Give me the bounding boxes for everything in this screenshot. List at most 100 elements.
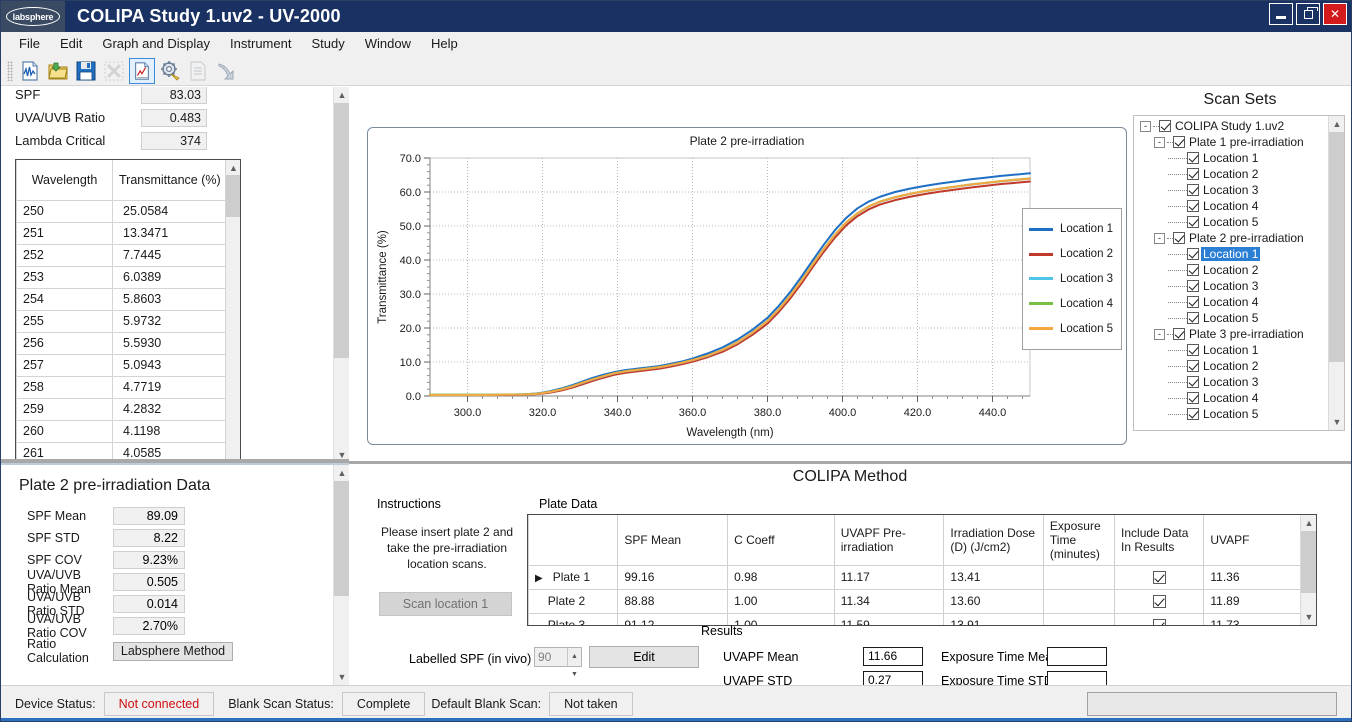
menu-item-file[interactable]: File [9,33,50,54]
tree-checkbox[interactable] [1187,264,1199,276]
tree-item-label[interactable]: Location 3 [1201,279,1260,293]
col-header-wavelength[interactable]: Wavelength [17,160,113,200]
tree-item[interactable]: Location 5 [1134,214,1328,230]
include-data-checkbox[interactable] [1153,571,1166,584]
tree-expander-icon[interactable]: - [1154,233,1165,244]
cell-include-data[interactable] [1115,565,1204,589]
table-row[interactable]: 2555.9732 [17,310,240,332]
scroll-up-icon[interactable]: ▲ [1301,515,1317,531]
new-scan-icon[interactable] [17,58,43,84]
uvapf-mean-value[interactable]: 11.66 [863,647,923,666]
tree-item[interactable]: Location 4 [1134,294,1328,310]
labelled-spf-spinner[interactable]: 90 ▲ ▼ [534,647,582,667]
tree-item[interactable]: -Plate 2 pre-irradiation [1134,230,1328,246]
tree-item-label[interactable]: Location 5 [1201,407,1260,421]
left-lower-scrollbar[interactable]: ▲ ▼ [333,465,349,685]
table-row[interactable]: 2575.0943 [17,354,240,376]
tree-checkbox[interactable] [1159,120,1171,132]
scroll-down-icon[interactable]: ▼ [1301,609,1317,625]
tree-item[interactable]: -COLIPA Study 1.uv2 [1134,118,1328,134]
tree-item[interactable]: Location 2 [1134,262,1328,278]
tree-item[interactable]: Location 2 [1134,358,1328,374]
menu-item-instrument[interactable]: Instrument [220,33,301,54]
table-row[interactable]: 2565.5930 [17,332,240,354]
tree-item[interactable]: Location 4 [1134,390,1328,406]
tree-item-label[interactable]: Location 2 [1201,167,1260,181]
scroll-up-icon[interactable]: ▲ [334,87,349,103]
legend-item-location-1[interactable]: Location 1 [1029,223,1115,235]
tree-checkbox[interactable] [1173,136,1185,148]
tree-item-label[interactable]: Location 4 [1201,199,1260,213]
tree-item[interactable]: Location 5 [1134,310,1328,326]
tree-item[interactable]: Location 5 [1134,406,1328,422]
legend-item-location-4[interactable]: Location 4 [1029,298,1115,310]
menu-item-edit[interactable]: Edit [50,33,92,54]
tree-item[interactable]: Location 2 [1134,166,1328,182]
plate-grid-col-header[interactable] [529,515,618,565]
scroll-down-icon[interactable]: ▼ [334,669,350,685]
tree-item[interactable]: -Plate 1 pre-irradiation [1134,134,1328,150]
table-row[interactable]: Plate 288.881.0011.3413.6011.89 [529,589,1302,613]
tree-checkbox[interactable] [1187,168,1199,180]
cell-include-data[interactable] [1115,589,1204,613]
plate-grid-col-header[interactable]: UVAPF [1204,515,1302,565]
tree-item-label[interactable]: Location 3 [1201,375,1260,389]
tree-checkbox[interactable] [1187,216,1199,228]
tree-item-label[interactable]: Location 1 [1201,151,1260,165]
tree-checkbox[interactable] [1187,248,1199,260]
tree-checkbox[interactable] [1187,376,1199,388]
maximize-icon[interactable] [1296,3,1320,25]
tree-checkbox[interactable] [1187,152,1199,164]
table-row[interactable]: 25025.0584 [17,200,240,222]
tree-item-label[interactable]: Location 4 [1201,391,1260,405]
tree-checkbox[interactable] [1187,296,1199,308]
graph-report-icon[interactable] [129,58,155,84]
tree-item-label[interactable]: Location 2 [1201,359,1260,373]
tree-item-label[interactable]: Location 5 [1201,311,1260,325]
tree-item-label[interactable]: Location 4 [1201,295,1260,309]
menu-item-study[interactable]: Study [301,33,354,54]
wizard-arrow-icon[interactable] [213,58,239,84]
scrollbar-thumb[interactable] [1329,132,1345,362]
exposure-time-mean-value[interactable] [1047,647,1107,666]
tree-checkbox[interactable] [1173,328,1185,340]
scrollbar-thumb[interactable] [334,103,349,358]
minimize-icon[interactable] [1269,3,1293,25]
tree-checkbox[interactable] [1187,280,1199,292]
tree-item-label[interactable]: Plate 3 pre-irradiation [1187,327,1306,341]
tree-checkbox[interactable] [1187,344,1199,356]
instrument-settings-icon[interactable] [157,58,183,84]
plate-grid-col-header[interactable]: C Coeff [728,515,835,565]
menu-item-graph-and-display[interactable]: Graph and Display [92,33,220,54]
tree-item-label[interactable]: Location 1 [1201,247,1260,261]
tree-item-label[interactable]: Location 2 [1201,263,1260,277]
tree-checkbox[interactable] [1187,184,1199,196]
scroll-up-icon[interactable]: ▲ [226,160,241,175]
scrollbar-thumb[interactable] [1301,531,1317,593]
table-row[interactable]: 2527.7445 [17,244,240,266]
table-row[interactable]: 25113.3471 [17,222,240,244]
table-row[interactable]: 2584.7719 [17,376,240,398]
include-data-checkbox[interactable] [1153,595,1166,608]
tree-item-label[interactable]: Location 3 [1201,183,1260,197]
spinner-arrows[interactable]: ▲ ▼ [567,648,581,666]
tree-item-label[interactable]: Plate 1 pre-irradiation [1187,135,1306,149]
edit-button[interactable]: Edit [589,646,699,668]
tree-checkbox[interactable] [1187,200,1199,212]
ratio-calculation-button[interactable]: Labsphere Method [113,642,233,661]
tree-checkbox[interactable] [1187,312,1199,324]
tree-item[interactable]: Location 1 [1134,342,1328,358]
menu-item-window[interactable]: Window [355,33,421,54]
close-icon[interactable]: ✕ [1323,3,1347,25]
plate-grid-scrollbar[interactable]: ▲ ▼ [1300,515,1316,625]
save-disk-icon[interactable] [73,58,99,84]
tree-expander-icon[interactable]: - [1154,329,1165,340]
plate-grid-col-header[interactable]: Irradiation Dose (D) (J/cm2) [944,515,1044,565]
scan-location-button[interactable]: Scan location 1 [379,592,512,616]
tree-item[interactable]: Location 4 [1134,198,1328,214]
wavelength-table-scrollbar[interactable]: ▲ ▼ [225,160,240,463]
plate-grid-col-header[interactable]: SPF Mean [618,515,728,565]
legend-item-location-3[interactable]: Location 3 [1029,273,1115,285]
tree-item-label[interactable]: Location 5 [1201,215,1260,229]
legend-item-location-5[interactable]: Location 5 [1029,323,1115,335]
